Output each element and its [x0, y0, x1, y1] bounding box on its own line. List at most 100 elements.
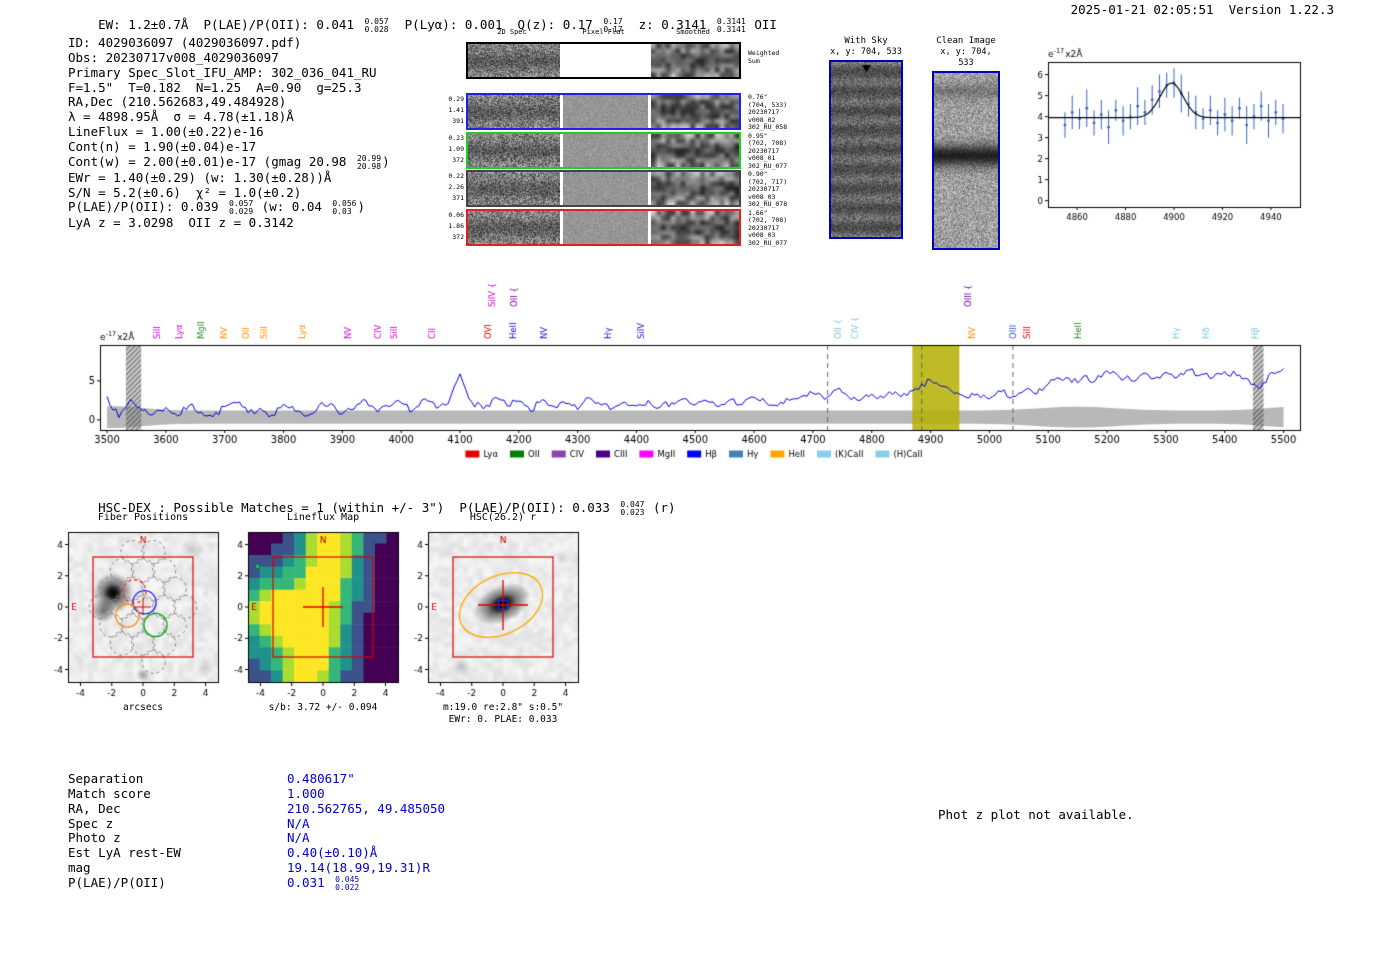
frac-lo: 0.023	[620, 507, 645, 517]
cont-w-text: Cont(w) = 2.00(±0.01)e-17 (gmag 20.98	[68, 153, 354, 169]
match-row-label: RA, Dec	[68, 800, 121, 816]
continuum-n: Cont(n) = 1.90(±0.04)e-17	[68, 138, 257, 154]
twod-row-value: 391	[452, 117, 464, 125]
twod-row-value: 0.29	[448, 95, 464, 103]
with-sky-fiber-image	[829, 60, 903, 239]
signal-to-noise: S/N = 5.2(±0.6) χ² = 1.0(±0.2)	[68, 184, 302, 200]
lineflux-map-title: Lineflux Map	[286, 512, 360, 523]
match-properties-table: Separation 0.480617" Match score 1.000 RA, D…	[68, 771, 508, 892]
twod-row-value: 1.09	[448, 144, 464, 153]
clean-image-coords: x, y: 704, 533	[940, 47, 992, 68]
twod-row-value: 0.06	[448, 210, 464, 219]
twod-row-values: 0.06 1.86 372	[448, 210, 464, 243]
twod-row-value: 1.86	[448, 221, 464, 230]
hsc-r-image	[403, 527, 603, 702]
twod-spectra-panel: 2D Spec Pixel Flat Smoothed Weighted Sum…	[448, 28, 798, 253]
frac-lo: 0.03	[332, 207, 352, 217]
plae-frac-1: 0.057 0.029	[229, 200, 253, 216]
twod-row-values: 0.22 2.26 371	[448, 171, 464, 204]
with-sky-title: With Sky	[844, 36, 888, 46]
pixel-flat-image	[563, 133, 648, 167]
redshift-solutions: LyA z = 3.0298 OII z = 0.3142	[68, 215, 294, 231]
match-row-value: 0.480617"	[287, 771, 355, 786]
lineflux-sb-caption: s/b: 3.72 +/- 0.094	[268, 702, 378, 713]
match-row: Est LyA rest-EW 0.40(±0.10)Å	[68, 845, 508, 861]
clean-image-title: Clean Image	[936, 36, 996, 46]
match-row-value: 1.000	[287, 785, 325, 801]
ra-dec: RA,Dec (210.562683,49.484928)	[68, 94, 287, 110]
primary-spec-slot: Primary Spec_Slot_IFU_AMP: 302_036_041_R…	[68, 64, 377, 80]
match-row-label: Est LyA rest-EW	[68, 845, 181, 861]
smoothed-spec-image	[651, 210, 739, 244]
match-row-label: Spec z	[68, 815, 114, 831]
match-row-value: 0.40(±0.10)Å	[287, 845, 378, 861]
frac-lo: 20.98	[356, 161, 382, 171]
match-row-label: P(LAE)/P(OII)	[68, 874, 166, 890]
fiber-positions-xlabel: arcsecs	[122, 702, 164, 713]
twod-spec-image	[468, 172, 560, 205]
plae-close: )	[357, 199, 366, 215]
twod-row-value: 371	[452, 194, 464, 202]
match-row: RA, Dec 210.562765, 49.485050	[68, 800, 508, 817]
twod-row-value: 0.22	[448, 172, 464, 180]
twod-row	[466, 42, 741, 79]
pixel-flat-image	[563, 210, 648, 244]
twod-row-annotation: 1.66" (702, 708) 20230717 v008_03 302_RU…	[748, 208, 788, 247]
smoothed-spec-image	[651, 172, 739, 205]
smoothed-spec-image	[651, 133, 739, 167]
frac-lo: 0.022	[335, 882, 360, 892]
fiber-positions-cutout: Fiber Positions arcsecs	[43, 511, 243, 714]
gmag-uncertainty-frac: 20.99 20.98	[356, 154, 382, 171]
twod-row	[466, 131, 741, 169]
twod-row	[466, 170, 741, 207]
detection-id: ID: 4029036097 (4029036097.pdf)	[68, 35, 302, 50]
match-plae-frac: 0.047 0.023	[620, 500, 645, 517]
match-row-value: N/A	[287, 815, 310, 831]
plae-text: P(LAE)/P(OII): 0.039	[68, 199, 227, 215]
frac-lo: 0.028	[364, 24, 389, 34]
line-flux: LineFlux = 1.00(±0.22)e-16	[68, 124, 264, 140]
hsc-ewr-caption: EWr: 0. PLAE: 0.033	[448, 714, 558, 725]
continuum-w: Cont(w) = 2.00(±0.01)e-17 (gmag 20.98 20…	[68, 153, 390, 171]
photz-note: Phot z plot not available.	[938, 807, 1134, 822]
match-uncertainty-frac: 0.045 0.022	[335, 875, 360, 892]
twod-row-values: 0.29 1.41 391	[448, 94, 464, 127]
match-row-value: 0.031 0.045 0.022	[287, 874, 360, 892]
plae-poii-line: P(LAE)/P(OII): 0.039 0.057 0.029 (w: 0.04…	[68, 200, 390, 216]
match-row-value: 19.14(18.99,19.31)R	[287, 860, 430, 876]
lineflux-map-cutout: Lineflux Map s/b: 3.72 +/- 0.094	[223, 511, 423, 714]
match-row-label: mag	[68, 860, 91, 876]
smoothed-spec-image	[651, 95, 739, 128]
match-row: Separation 0.480617"	[68, 771, 508, 787]
twod-spec-image	[468, 95, 560, 128]
match-row: Spec z N/A	[68, 815, 508, 832]
line-fit-plot	[1015, 45, 1345, 240]
fiber-positions-image	[43, 527, 243, 702]
match-row-label: Separation	[68, 771, 144, 786]
pixel-flat-blank	[563, 44, 648, 77]
seeing-throughput: F=1.5" T=0.182 N=1.25 A=0.90 g=25.3	[68, 79, 362, 95]
detection-info-block: ID: 4029036097 (4029036097.pdf) Obs: 202…	[68, 35, 390, 231]
elixer-report-page: EW: 1.2±0.7Å P(LAE)/P(OII): 0.041 0.057 0…	[0, 0, 1400, 953]
twod-row	[466, 93, 741, 130]
observation-id: Obs: 20230717v008_4029036097	[68, 49, 279, 65]
match-row: Match score 1.000	[68, 785, 508, 802]
hsc-image-cutout: HSC(26.2) r m:19.0 re:2.8" s:0.5" EWr: 0…	[403, 511, 603, 726]
twod-row-annotation: 0.90" (702, 717) 20230717 v008_03 302_RU…	[748, 170, 788, 209]
twod-row-value: 0.23	[448, 133, 464, 142]
match-row-label: Photo z	[68, 830, 121, 846]
with-sky-coords: x, y: 704, 533	[830, 47, 902, 57]
twod-spec-image	[468, 133, 560, 167]
pixel-flat-image	[563, 172, 648, 205]
twod-row-value: 2.26	[448, 183, 464, 191]
match-row: P(LAE)/P(OII) 0.031 0.045 0.022	[68, 874, 508, 892]
twod-row-value: 1.41	[448, 106, 464, 114]
twod-row-annotation: 0.76" (704, 533) 20230717 v008_02 302_RU…	[748, 93, 788, 132]
full-spectrum-plot	[80, 265, 1340, 465]
twod-row-values: 0.23 1.09 372	[448, 133, 464, 166]
match-row-label: Match score	[68, 785, 151, 801]
pixel-flat-image	[563, 95, 648, 128]
clean-image-panel: Clean Image x, y: 704, 533	[931, 36, 1001, 250]
plae-frac-2: 0.056 0.03	[332, 200, 356, 216]
twod-row-annotation: Weighted Sum	[748, 49, 780, 65]
